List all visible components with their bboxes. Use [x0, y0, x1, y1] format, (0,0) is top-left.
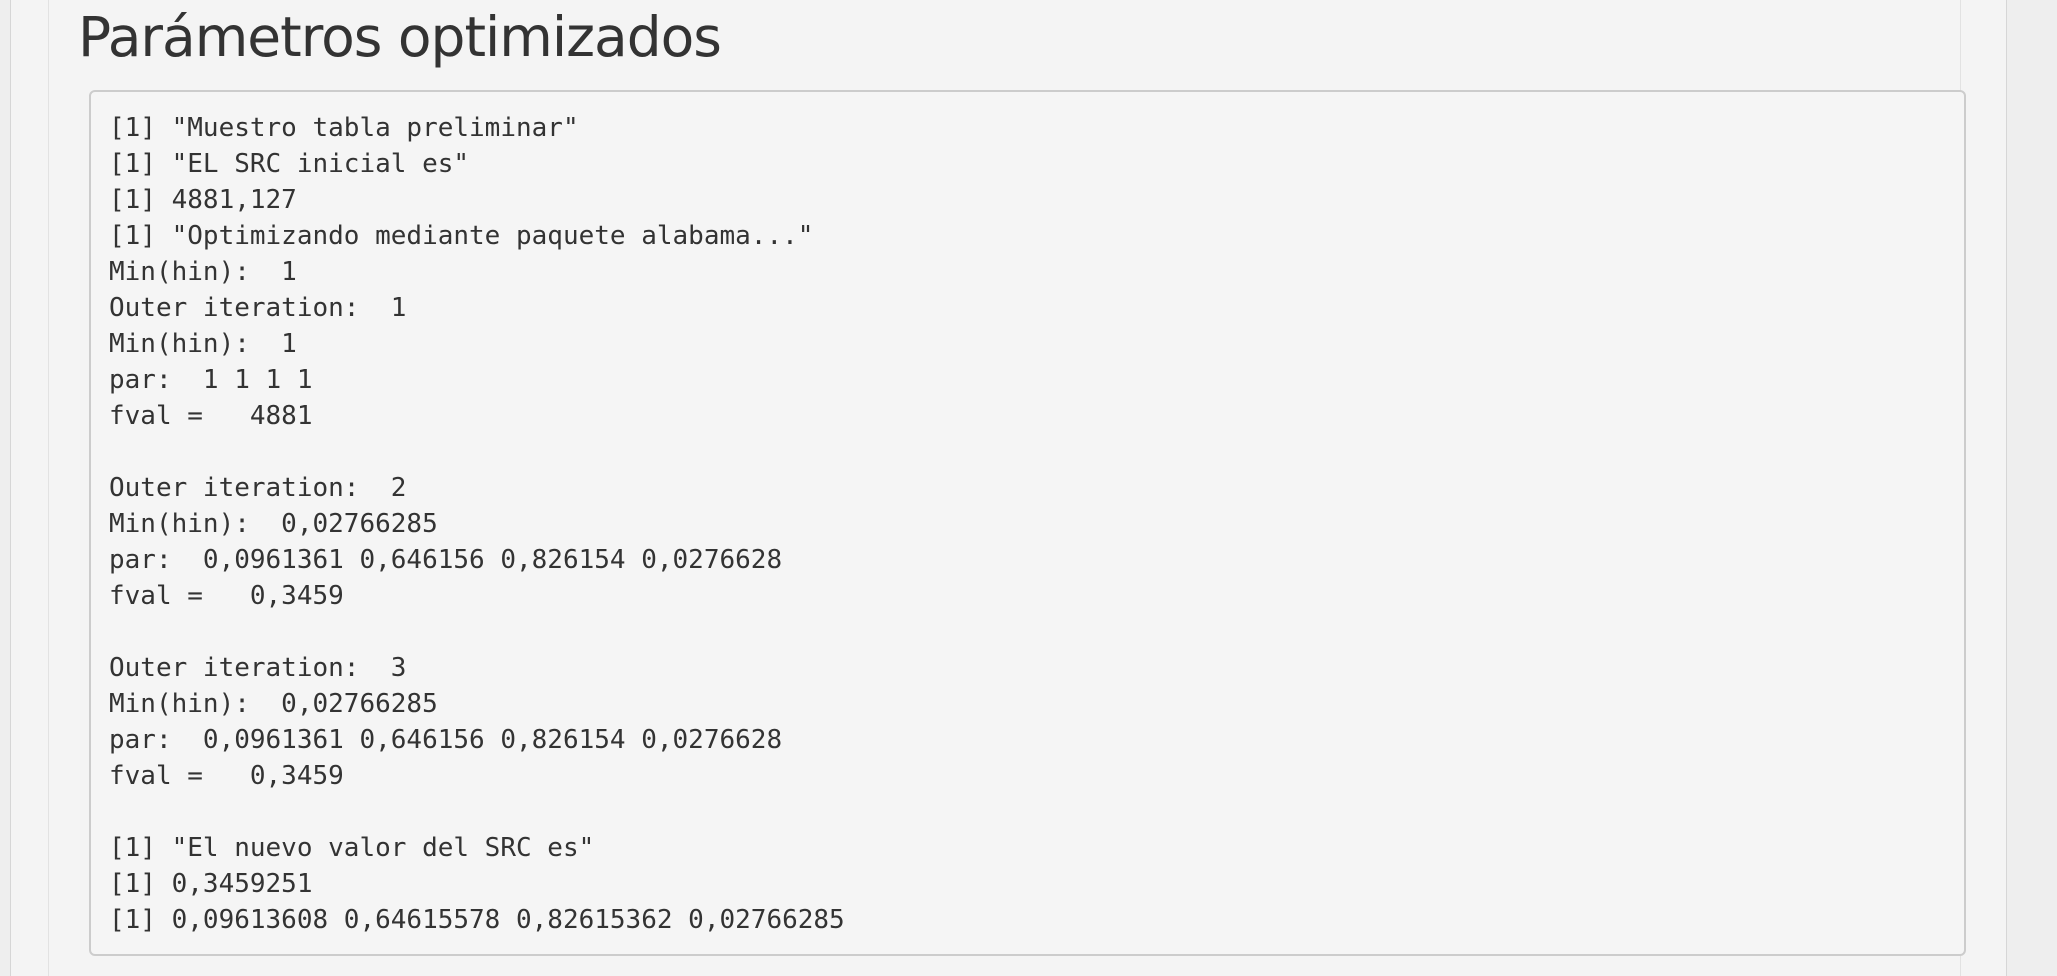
output-line: [1] 0,3459251: [109, 869, 313, 899]
console-output-lines: [1] "Muestro tabla preliminar" [1] "EL S…: [109, 110, 845, 938]
output-line: [109, 794, 845, 830]
output-line: [1] 0,09613608 0,64615578 0,82615362 0,0…: [109, 905, 845, 935]
output-line: Outer iteration: 2: [109, 473, 407, 503]
output-line: Min(hin): 1: [109, 329, 297, 359]
output-line: fval = 0,3459: [109, 761, 344, 791]
output-line: [1] 4881,127: [109, 185, 297, 215]
output-line: Min(hin): 0,02766285: [109, 689, 438, 719]
output-line: fval = 0,3459: [109, 581, 344, 611]
output-line: par: 0,0961361 0,646156 0,826154 0,02766…: [109, 545, 783, 575]
output-line: [1] "EL SRC inicial es": [109, 149, 470, 179]
output-line: par: 1 1 1 1: [109, 365, 313, 395]
output-line: [109, 434, 845, 470]
output-line: Min(hin): 1: [109, 257, 297, 287]
output-line: par: 0,0961361 0,646156 0,826154 0,02766…: [109, 725, 783, 755]
output-line: [1] "El nuevo valor del SRC es": [109, 833, 595, 863]
section-title: Parámetros optimizados: [78, 5, 722, 69]
output-line: [1] "Optimizando mediante paquete alabam…: [109, 221, 814, 251]
output-line: fval = 4881: [109, 401, 313, 431]
output-line: [109, 614, 845, 650]
output-line: [1] "Muestro tabla preliminar": [109, 113, 579, 143]
output-line: Outer iteration: 1: [109, 293, 407, 323]
output-line: Outer iteration: 3: [109, 653, 407, 683]
output-line: Min(hin): 0,02766285: [109, 509, 438, 539]
console-output-box[interactable]: [1] "Muestro tabla preliminar" [1] "EL S…: [89, 90, 1966, 956]
